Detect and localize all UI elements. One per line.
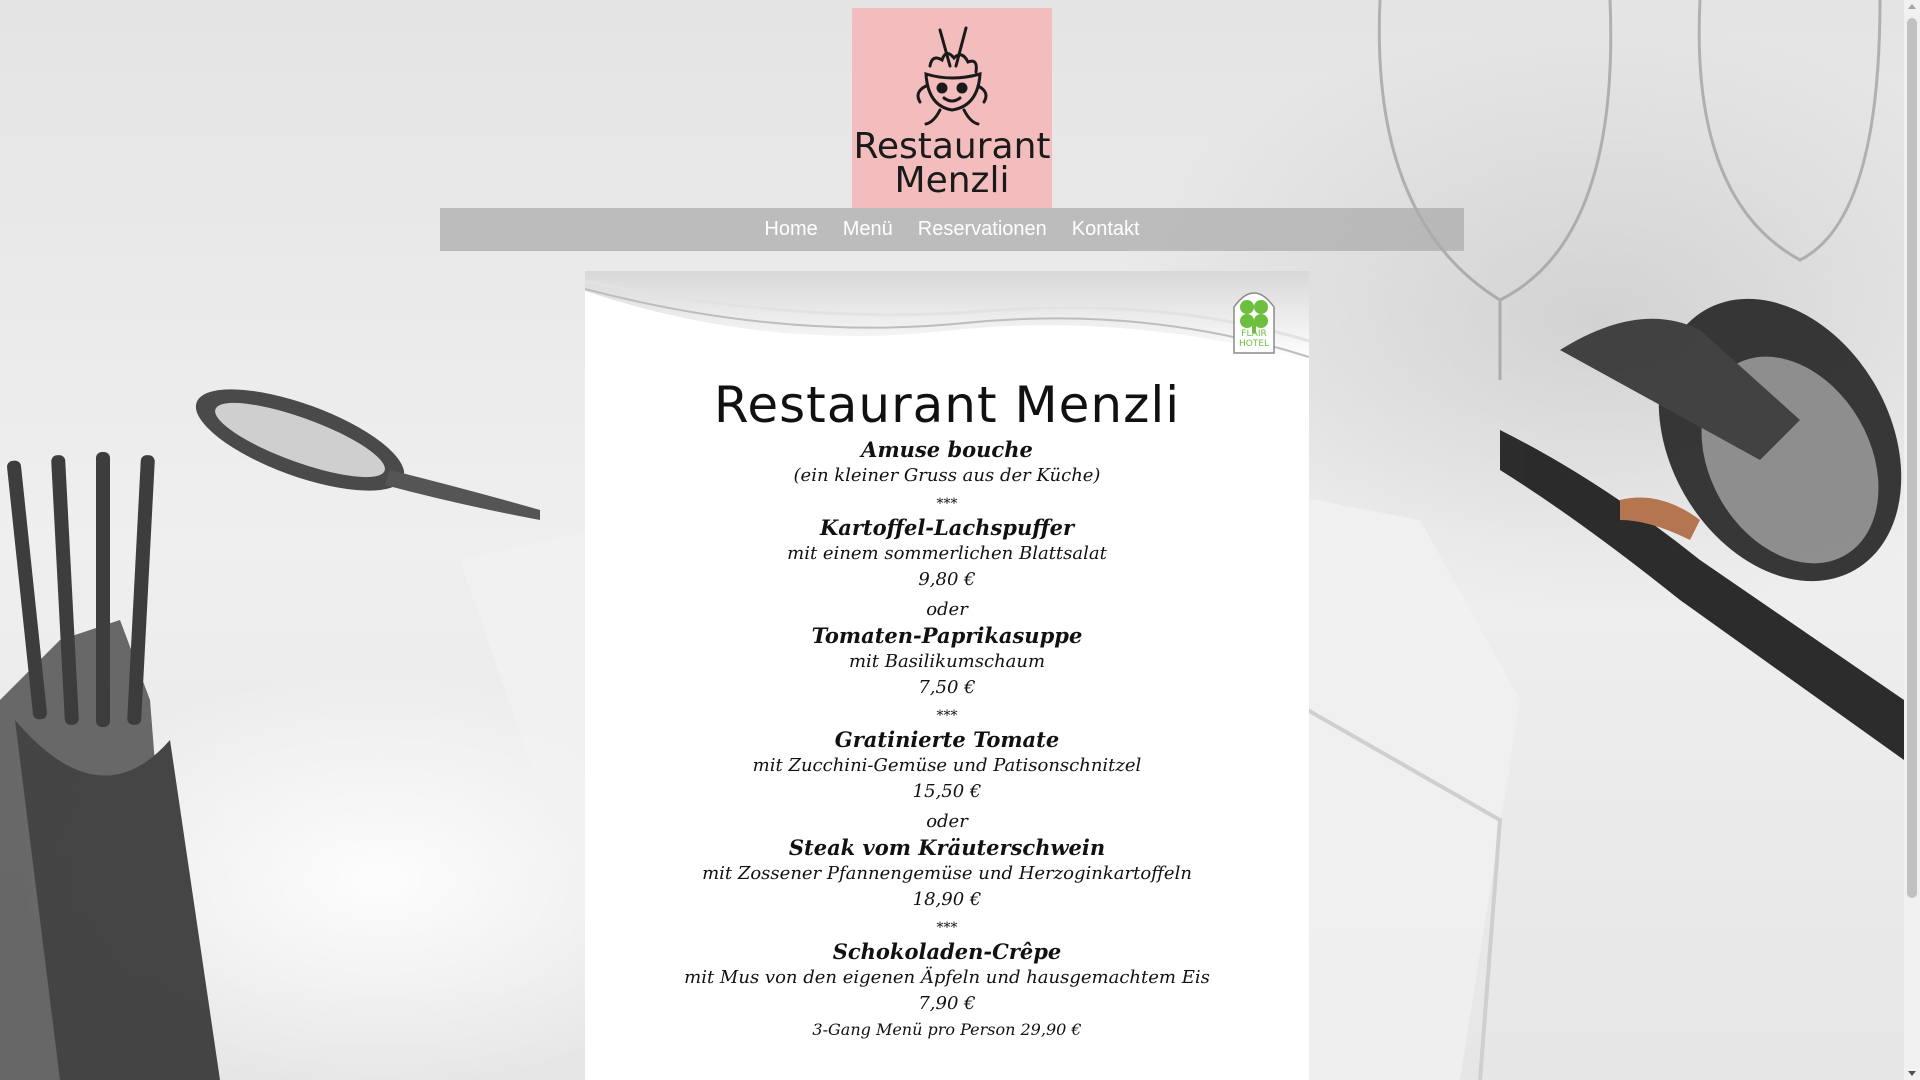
menu-card: FLAIR HOTEL Restaurant Menzli Amuse bouc… xyxy=(585,271,1309,1080)
dessert-desc: mit Mus von den eigenen Äpfeln und hausg… xyxy=(684,967,1210,988)
separator: *** xyxy=(936,496,958,512)
starter-1-desc: mit einem sommerlichen Blattsalat xyxy=(787,543,1107,564)
main-2-name: Steak vom Kräuterschwein xyxy=(788,835,1106,860)
main-1-name: Gratinierte Tomate xyxy=(834,727,1060,752)
nav-item-menu[interactable]: Menü xyxy=(843,218,893,241)
nav-item-home[interactable]: Home xyxy=(764,218,817,241)
flair-hotel-badge: FLAIR HOTEL xyxy=(1231,285,1277,355)
badge-line2: HOTEL xyxy=(1238,339,1270,349)
badge-line1: FLAIR xyxy=(1241,329,1267,339)
amuse-name: Amuse bouche xyxy=(861,437,1033,462)
bowl-mascot-icon xyxy=(916,26,988,126)
starter-1-name: Kartoffel-Lachspuffer xyxy=(819,515,1075,540)
main-navigation: Home Menü Reservationen Kontakt xyxy=(440,208,1464,251)
menu-title: Restaurant Menzli xyxy=(713,376,1181,434)
or-label: oder xyxy=(926,599,968,620)
restaurant-logo[interactable]: Restaurant Menzli xyxy=(852,8,1052,208)
scrollbar-thumb[interactable] xyxy=(1907,18,1917,898)
dessert-price: 7,90 € xyxy=(918,993,976,1014)
menu-price-line: 3-Gang Menü pro Person 29,90 € xyxy=(812,1020,1082,1039)
or-label: oder xyxy=(926,811,968,832)
dessert-name: Schokoladen-Crêpe xyxy=(832,939,1062,964)
menu-content: Restaurant Menzli Amuse bouche (ein klei… xyxy=(585,375,1309,1041)
separator: *** xyxy=(936,708,958,724)
main-2-desc: mit Zossener Pfannengemüse und Herzogink… xyxy=(702,863,1192,884)
main-1-price: 15,50 € xyxy=(912,781,982,802)
vertical-scrollbar[interactable] xyxy=(1904,0,1920,1080)
main-1-desc: mit Zucchini-Gemüse und Patisonschnitzel xyxy=(752,755,1142,776)
nav-item-reservations[interactable]: Reservationen xyxy=(918,218,1047,241)
scroll-down-icon[interactable] xyxy=(1908,1071,1916,1076)
starter-2-name: Tomaten-Paprikasuppe xyxy=(811,623,1083,648)
starter-1-price: 9,80 € xyxy=(918,569,976,590)
logo-text-line2: Menzli xyxy=(894,160,1010,201)
separator: *** xyxy=(936,920,958,936)
nav-item-contact[interactable]: Kontakt xyxy=(1072,218,1140,241)
starter-2-desc: mit Basilikumschaum xyxy=(848,651,1046,672)
decorative-wave-header xyxy=(585,271,1309,361)
starter-2-price: 7,50 € xyxy=(918,677,976,698)
main-2-price: 18,90 € xyxy=(912,889,982,910)
scroll-up-icon[interactable] xyxy=(1908,4,1916,9)
amuse-desc: (ein kleiner Gruss aus der Küche) xyxy=(793,465,1101,486)
